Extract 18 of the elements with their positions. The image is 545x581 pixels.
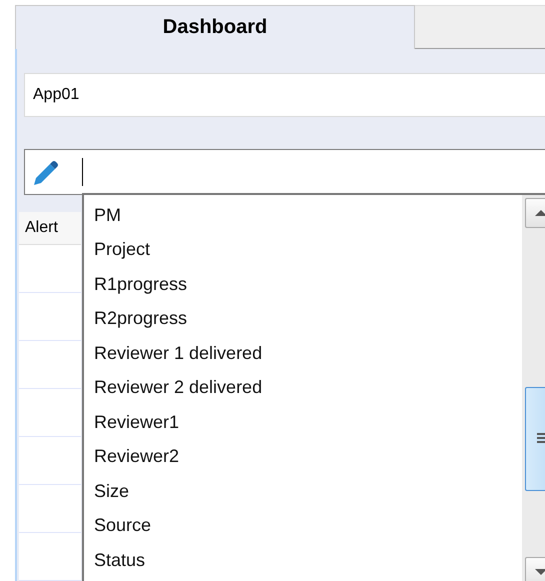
list-item[interactable]: Reviewer 2 delivered [84, 370, 522, 405]
list-item[interactable]: Source [84, 508, 522, 543]
list-item[interactable]: Reviewer2 [84, 440, 522, 474]
down-arrow-icon [535, 569, 545, 575]
app-field[interactable]: App01 [24, 73, 545, 117]
list-item[interactable]: Reviewer1 [84, 405, 522, 440]
tab[interactable]: Dashboard [15, 5, 415, 49]
grip-icon [536, 432, 545, 444]
column-header[interactable]: Alert [19, 212, 81, 245]
list-item[interactable]: Project [84, 232, 522, 267]
list-item[interactable]: Size [84, 474, 522, 508]
list-item[interactable]: Reviewer 1 delivered [84, 336, 522, 370]
list-item[interactable]: PM [84, 198, 522, 232]
up-arrow-icon [535, 210, 545, 216]
list-item[interactable]: R1progress [84, 267, 522, 302]
list-item[interactable]: Status [84, 543, 522, 578]
input-field[interactable] [24, 149, 545, 195]
list-item[interactable]: R2progress [84, 302, 522, 336]
